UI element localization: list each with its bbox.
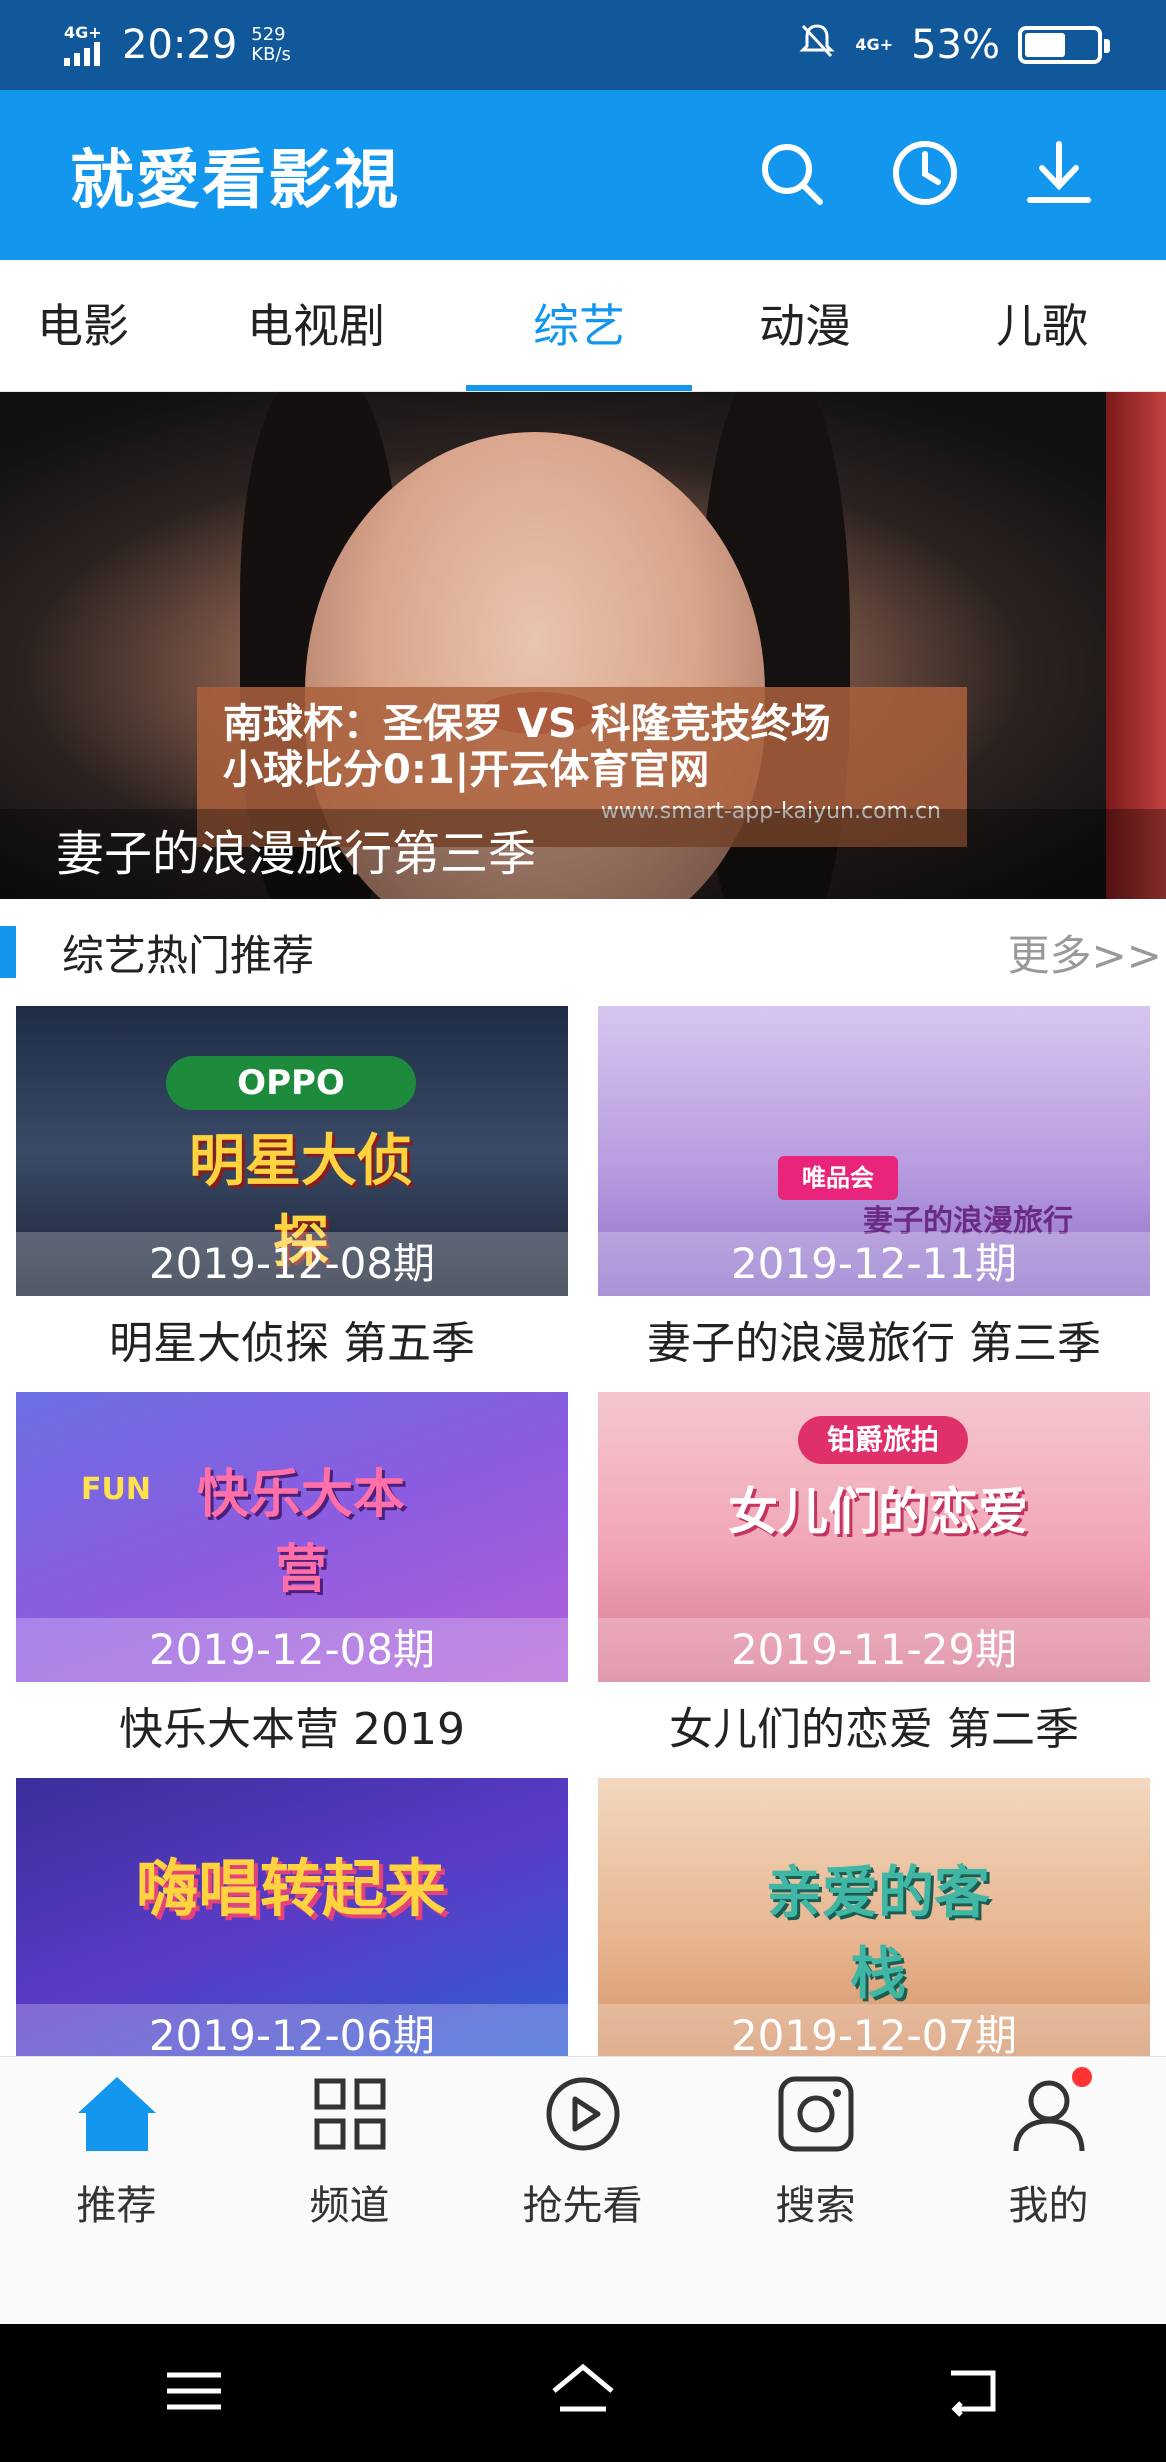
play-icon [546,2077,619,2151]
episode-date: 2019-12-11期 [598,1232,1150,1296]
show-title[interactable]: 女儿们的恋爱 第二季 [598,1682,1150,1778]
nav-preview[interactable]: 抢先看 [466,2057,699,2324]
tab-kids-songs[interactable]: 儿歌 [918,260,1166,391]
home-icon[interactable] [548,2361,618,2425]
history-icon[interactable] [888,136,962,214]
notification-badge [1072,2067,1092,2087]
bottom-nav: 推荐 频道 抢先看 搜索 我的 [0,2056,1166,2324]
net-speed: 529 KB/s [251,24,291,65]
nav-label: 我的 [1008,2183,1089,2229]
show-thumbnail[interactable]: 亲爱的客栈 2019-12-07期 [598,1778,1150,2056]
tab-anime[interactable]: 动漫 [692,260,918,391]
episode-date: 2019-12-07期 [598,2004,1150,2056]
menu-icon[interactable] [159,2361,229,2425]
category-tabs: 电影 电视剧 综艺 动漫 儿歌 [0,260,1166,392]
home-icon [77,2077,156,2151]
back-icon[interactable] [937,2361,1007,2425]
system-nav [0,2324,1166,2462]
show-card[interactable]: 嗨唱转起来 2019-12-06期 [16,1778,568,2056]
download-icon[interactable] [1022,136,1096,214]
section-title: 综艺热门推荐 [62,930,315,980]
signal-icon: 4G+ [64,24,108,66]
show-thumbnail[interactable]: OPPO 明星大侦探 2019-12-08期 [16,1006,568,1296]
search-icon[interactable] [754,136,828,214]
clock: 20:29 [122,22,238,68]
show-title[interactable]: 明星大侦探 第五季 [16,1296,568,1392]
section-header: 综艺热门推荐 更多>> [0,905,1166,999]
nav-mine[interactable]: 我的 [932,2057,1165,2324]
tab-tv-series[interactable]: 电视剧 [166,260,466,391]
tab-variety[interactable]: 综艺 [466,260,692,391]
battery-text: 53% [911,22,1000,68]
network-type: 4G+ [64,23,102,42]
hero-banner[interactable]: 南球杯：圣保罗 VS 科隆竞技终场 小球比分0:1|开云体育官网 www.sma… [0,392,1166,899]
status-bar: 4G+ 20:29 529 KB/s 4G+ 53% [0,0,1166,90]
more-link[interactable]: 更多>> [1008,922,1162,983]
camera-icon [778,2076,853,2152]
show-thumbnail[interactable]: 铂爵旅拍 女儿们的恋爱 2019-11-29期 [598,1392,1150,1682]
app-title: 就愛看影視 [70,144,400,218]
tab-movie[interactable]: 电影 [0,260,166,391]
app-header: 就愛看影視 [0,90,1166,260]
network-type-right: 4G+ [855,35,894,54]
episode-date: 2019-12-06期 [16,2004,568,2056]
show-thumbnail[interactable]: FUN 快乐大本营 2019-12-08期 [16,1392,568,1682]
nav-label: 抢先看 [522,2183,643,2229]
ad-line-1: 南球杯：圣保罗 VS 科隆竞技终场 [223,701,831,747]
show-thumbnail[interactable]: 嗨唱转起来 2019-12-06期 [16,1778,568,2056]
nav-channels[interactable]: 频道 [233,2057,466,2324]
banner-caption: 妻子的浪漫旅行第三季 [0,809,1166,899]
show-title[interactable]: 快乐大本营 2019 [16,1682,568,1778]
episode-date: 2019-12-08期 [16,1618,568,1682]
episode-date: 2019-11-29期 [598,1618,1150,1682]
show-title[interactable]: 妻子的浪漫旅行 第三季 [598,1296,1150,1392]
show-card[interactable]: FUN 快乐大本营 2019-12-08期 快乐大本营 2019 [16,1392,568,1778]
battery-icon [1018,26,1110,64]
section-accent-bar [0,926,16,978]
show-card[interactable]: 亲爱的客栈 2019-12-07期 [598,1778,1150,2056]
ad-line-2: 小球比分0:1|开云体育官网 [223,747,710,793]
show-card[interactable]: 唯品会 妻子的浪漫旅行 2019-12-11期 妻子的浪漫旅行 第三季 [598,1006,1150,1392]
nav-recommend[interactable]: 推荐 [0,2057,233,2324]
nav-label: 搜索 [775,2183,856,2229]
grid-icon [314,2078,385,2150]
show-thumbnail[interactable]: 唯品会 妻子的浪漫旅行 2019-12-11期 [598,1006,1150,1296]
show-card[interactable]: 铂爵旅拍 女儿们的恋爱 2019-11-29期 女儿们的恋爱 第二季 [598,1392,1150,1778]
episode-date: 2019-12-08期 [16,1232,568,1296]
mute-icon [797,20,837,70]
show-card[interactable]: OPPO 明星大侦探 2019-12-08期 明星大侦探 第五季 [16,1006,568,1392]
nav-label: 推荐 [76,2183,157,2229]
nav-label: 频道 [309,2183,390,2229]
nav-search[interactable]: 搜索 [699,2057,932,2324]
